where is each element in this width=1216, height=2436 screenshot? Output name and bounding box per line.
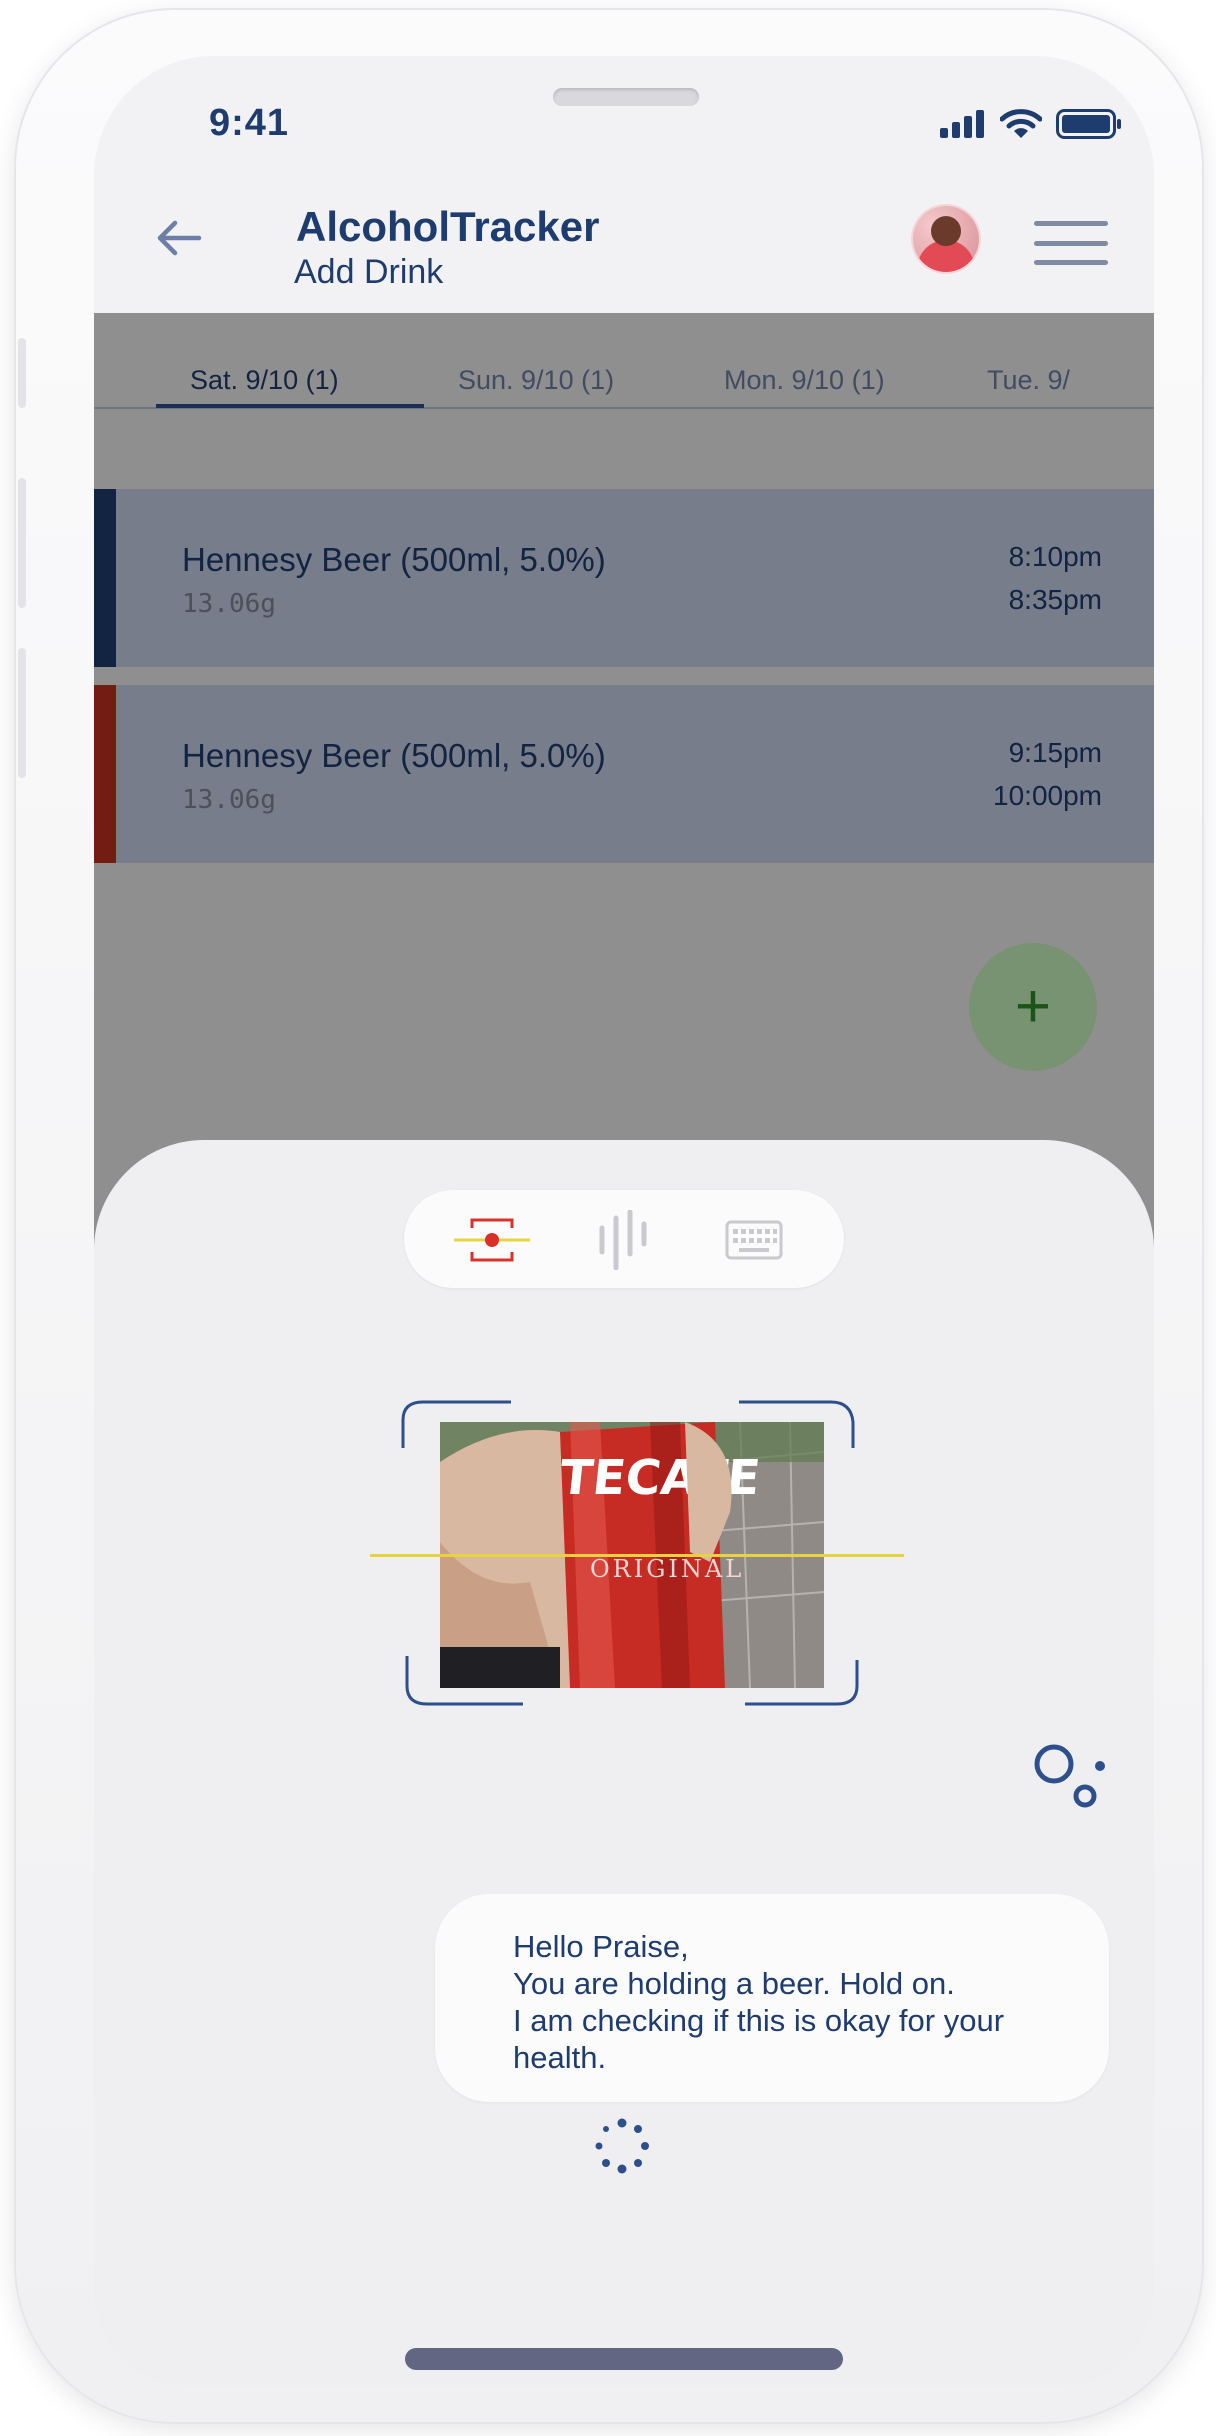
scan-line [370, 1554, 904, 1557]
can-brand-text: TECATE [557, 1450, 763, 1506]
drink-entry[interactable]: Hennesy Beer (500ml, 5.0%) 13.06g 8:10pm… [94, 489, 1154, 667]
scan-mode-button[interactable] [447, 1212, 537, 1268]
assistant-message: Hello Praise, You are holding a beer. Hol… [513, 1928, 1073, 2076]
message-line: Hello Praise, [513, 1929, 689, 1964]
avatar[interactable] [913, 206, 979, 272]
tab-mon[interactable]: Mon. 9/10 (1) [724, 365, 885, 396]
input-mode-switcher [404, 1190, 844, 1288]
voice-icon [599, 1210, 647, 1270]
assistant-message-bubble: Hello Praise, You are holding a beer. Hol… [435, 1894, 1109, 2102]
loading-spinner-icon [595, 2118, 649, 2174]
app-header: AlcoholTracker Add Drink [94, 171, 1154, 313]
can-label-text: ORIGINAL [590, 1555, 744, 1583]
scan-bottom-sheet: TECATE ORIGINAL Hello Praise, You are hol… [94, 1140, 1154, 2386]
home-indicator[interactable] [405, 2348, 843, 2370]
assistant-icon [1034, 1744, 1105, 1808]
drink-accent-bar [94, 489, 116, 667]
drink-alcohol-grams: 13.06g [182, 785, 276, 815]
drink-start-time: 9:15pm [1008, 737, 1102, 768]
drink-accent-bar [94, 685, 116, 863]
day-tabs: Sat. 9/10 (1) Sun. 9/10 (1) Mon. 9/10 (1… [94, 313, 1154, 414]
status-bar: 9:41 [94, 56, 1154, 171]
tab-sat[interactable]: Sat. 9/10 (1) [190, 365, 339, 396]
volume-down-button [18, 648, 26, 778]
voice-mode-button[interactable] [579, 1210, 669, 1270]
drink-start-time: 8:10pm [1008, 541, 1102, 572]
drink-end-time: 8:35pm [1008, 584, 1102, 615]
back-button[interactable] [150, 209, 208, 267]
drink-name: Hennesy Beer (500ml, 5.0%) [182, 737, 606, 774]
signal-icon [940, 110, 984, 138]
drink-end-time: 10:00pm [993, 780, 1102, 811]
keyboard-mode-button[interactable] [709, 1212, 799, 1268]
arrow-left-icon [157, 220, 202, 256]
speaker-grill [553, 88, 699, 106]
wifi-icon [1000, 109, 1042, 138]
screen: 9:41 AlcoholTracker Add Drink Sat. 9/10 … [94, 56, 1154, 2386]
drink-alcohol-grams: 13.06g [182, 589, 276, 619]
page-subtitle: Add Drink [294, 253, 444, 291]
battery-icon [1056, 109, 1121, 139]
status-time: 9:41 [209, 102, 290, 144]
menu-button[interactable] [1034, 221, 1108, 265]
mute-switch [18, 338, 26, 408]
scan-icon [454, 1218, 530, 1262]
status-icons [940, 104, 1122, 144]
menu-icon [1034, 221, 1108, 226]
volume-up-button [18, 478, 26, 608]
message-line: You are holding a beer. Hold on. [513, 1966, 955, 2001]
app-title: AlcoholTracker [296, 203, 600, 250]
drink-entry[interactable]: Hennesy Beer (500ml, 5.0%) 13.06g 9:15pm… [94, 685, 1154, 863]
drink-name: Hennesy Beer (500ml, 5.0%) [182, 541, 606, 578]
active-tab-indicator [156, 404, 424, 408]
tab-sun[interactable]: Sun. 9/10 (1) [458, 365, 614, 396]
add-drink-button[interactable]: + [969, 943, 1097, 1071]
keyboard-icon [725, 1220, 783, 1260]
phone-frame: 9:41 AlcoholTracker Add Drink Sat. 9/10 … [14, 8, 1204, 2424]
message-line: I am checking if this is okay for your h… [513, 2003, 1005, 2075]
tab-tue[interactable]: Tue. 9/ [987, 365, 1070, 396]
